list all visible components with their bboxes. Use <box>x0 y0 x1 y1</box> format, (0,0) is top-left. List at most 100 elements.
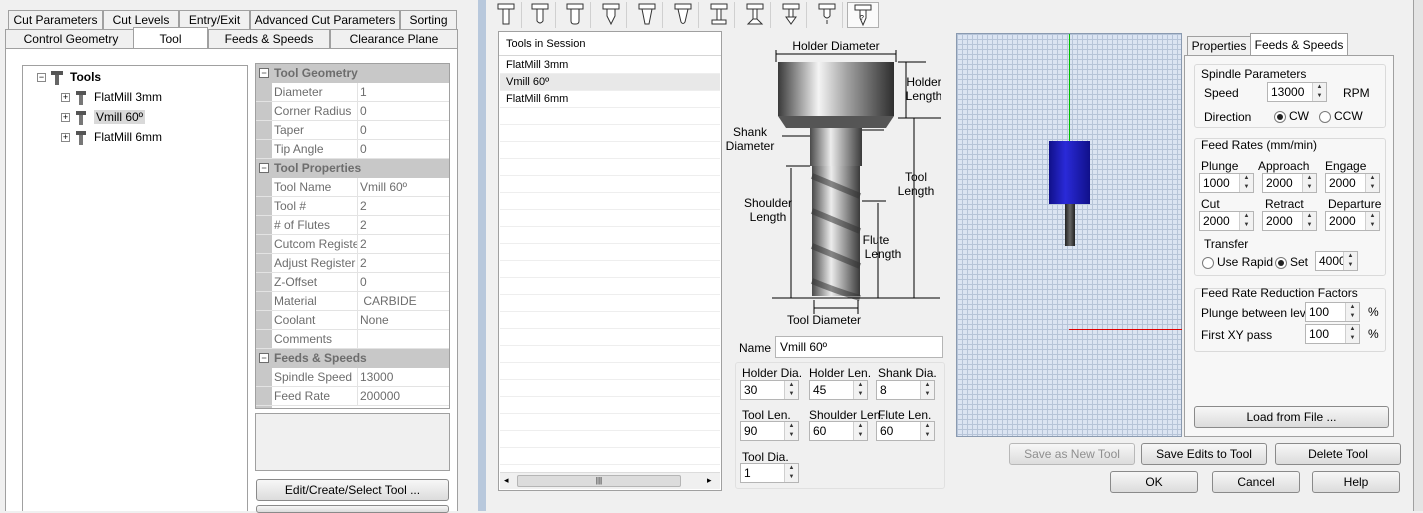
list-item-flatmill-3mm[interactable]: FlatMill 3mm <box>500 57 720 74</box>
tab-advanced-cut-parameters[interactable]: Advanced Cut Parameters <box>250 10 400 29</box>
prop-cutcom-register[interactable]: Cutcom Registe 2 <box>256 235 449 254</box>
spinner-icon[interactable]: ▲ ▼ <box>784 381 798 399</box>
holder-dia-field[interactable]: 30 ▲ ▼ <box>740 380 799 400</box>
radio-icon[interactable] <box>1319 110 1331 123</box>
prop-value[interactable]: 0 <box>358 273 367 292</box>
tree-item-vmill-60[interactable]: + Vmill 60º <box>61 108 146 126</box>
tool-bull-mill-icon[interactable] <box>559 2 591 28</box>
spinner-icon[interactable]: ▲ ▼ <box>853 381 867 399</box>
prop-value[interactable]: Vmill 60º <box>358 178 407 197</box>
scroll-thumb[interactable]: ||| <box>517 475 681 487</box>
tab-feeds-and-speeds[interactable]: Feeds & Speeds <box>1250 33 1348 56</box>
prop-value[interactable]: 2 <box>358 197 367 216</box>
tool-lollipop-icon[interactable] <box>775 2 807 28</box>
prop-material[interactable]: Material CARBIDE <box>256 292 449 311</box>
expand-icon[interactable]: + <box>61 133 70 143</box>
collapse-icon[interactable]: − <box>259 163 269 173</box>
prop-tool-name[interactable]: Tool Name Vmill 60º <box>256 178 449 197</box>
engage-field[interactable]: 2000 ▲ ▼ <box>1325 173 1380 193</box>
list-item-vmill-60[interactable]: Vmill 60º <box>500 74 720 91</box>
spinner-icon[interactable]: ▲ ▼ <box>1343 252 1357 270</box>
scroll-left-icon[interactable]: ◂ <box>504 475 509 486</box>
load-from-file-button[interactable]: Load from File ... <box>1194 406 1389 428</box>
save-as-new-tool-button[interactable]: Save as New Tool <box>1009 443 1135 465</box>
spinner-icon[interactable]: ▲ ▼ <box>784 464 798 482</box>
category-tool-geometry[interactable]: − Tool Geometry <box>256 64 449 83</box>
prop-feed-rate[interactable]: Feed Rate 200000 <box>256 387 449 406</box>
prop-flutes[interactable]: # of Flutes 2 <box>256 216 449 235</box>
tab-tool[interactable]: Tool <box>133 27 208 50</box>
cancel-button[interactable]: Cancel <box>1212 471 1300 493</box>
transfer-set-field[interactable]: 4000 ▲ ▼ <box>1315 251 1358 271</box>
collapse-icon[interactable]: − <box>259 68 269 78</box>
prop-value[interactable]: 13000 <box>358 368 393 387</box>
shoulder-len-field[interactable]: 60 ▲ ▼ <box>809 421 868 441</box>
category-tool-properties[interactable]: − Tool Properties <box>256 159 449 178</box>
ccw-radio[interactable]: CCW <box>1319 109 1363 123</box>
tool-dia-field[interactable]: 1 ▲ ▼ <box>740 463 799 483</box>
prop-tool-number[interactable]: Tool #2 <box>256 197 449 216</box>
prop-coolant[interactable]: Coolant None <box>256 311 449 330</box>
plunge-between-levels-field[interactable]: 100 ▲ ▼ <box>1305 302 1360 322</box>
tool-taper-mill-icon[interactable] <box>631 2 663 28</box>
tool-taper-ball-icon[interactable] <box>667 2 699 28</box>
radio-icon[interactable] <box>1202 256 1214 269</box>
set-radio[interactable]: Set <box>1275 255 1308 269</box>
tool-len-field[interactable]: 90 ▲ ▼ <box>740 421 799 441</box>
prop-comments[interactable]: Comments <box>256 330 449 349</box>
edit-create-select-tool-button[interactable]: Edit/Create/Select Tool ... <box>256 479 449 501</box>
tool-custom-icon[interactable]: ? <box>847 2 879 28</box>
prop-value[interactable]: 200000 <box>358 387 400 406</box>
spinner-icon[interactable]: ▲ ▼ <box>1345 325 1359 343</box>
prop-value[interactable]: 0 <box>358 121 367 140</box>
spinner-icon[interactable]: ▲ ▼ <box>1365 174 1379 192</box>
prop-value[interactable]: 0 <box>358 102 367 121</box>
prop-value[interactable]: CARBIDE <box>358 292 416 311</box>
departure-field[interactable]: 2000 ▲ ▼ <box>1325 211 1380 231</box>
collapse-icon[interactable]: − <box>37 73 46 83</box>
cut-field[interactable]: 2000 ▲ ▼ <box>1199 211 1254 231</box>
holder-len-field[interactable]: 45 ▲ ▼ <box>809 380 868 400</box>
tool-v-mill-icon[interactable] <box>595 2 627 28</box>
prop-tip-angle[interactable]: Tip Angle 0 <box>256 140 449 159</box>
tab-feeds-speeds[interactable]: Feeds & Speeds <box>208 29 330 48</box>
ok-button[interactable]: OK <box>1110 471 1198 493</box>
tab-sorting[interactable]: Sorting <box>400 10 457 29</box>
prop-value[interactable]: 2 <box>358 216 367 235</box>
name-field[interactable]: Vmill 60º <box>775 336 943 358</box>
tree-root[interactable]: − Tools <box>37 68 101 86</box>
prop-diameter[interactable]: Diameter 1 <box>256 83 449 102</box>
spinner-icon[interactable]: ▲ ▼ <box>1239 174 1253 192</box>
prop-adjust-register[interactable]: Adjust Register 2 <box>256 254 449 273</box>
radio-selected-icon[interactable] <box>1275 256 1287 269</box>
spinner-icon[interactable]: ▲ ▼ <box>1302 174 1316 192</box>
tab-control-geometry[interactable]: Control Geometry <box>5 29 137 48</box>
speed-field[interactable]: 13000 ▲ ▼ <box>1267 82 1327 102</box>
spinner-icon[interactable]: ▲ ▼ <box>920 422 934 440</box>
prop-value[interactable]: 0 <box>358 140 367 159</box>
tool-drill-icon[interactable] <box>811 2 843 28</box>
horizontal-scrollbar[interactable]: ◂ ||| ▸ <box>500 472 720 489</box>
spinner-icon[interactable]: ▲ ▼ <box>1302 212 1316 230</box>
tool-slot-mill-icon[interactable] <box>703 2 735 28</box>
approach-field[interactable]: 2000 ▲ ▼ <box>1262 173 1317 193</box>
prop-spindle-speed[interactable]: Spindle Speed 13000 <box>256 368 449 387</box>
delete-tool-button[interactable]: Delete Tool <box>1275 443 1401 465</box>
plunge-field[interactable]: 1000 ▲ ▼ <box>1199 173 1254 193</box>
first-xy-pass-field[interactable]: 100 ▲ ▼ <box>1305 324 1360 344</box>
prop-value[interactable]: None <box>358 311 389 330</box>
tab-cut-parameters[interactable]: Cut Parameters <box>8 10 103 29</box>
spinner-icon[interactable]: ▲ ▼ <box>1365 212 1379 230</box>
list-item-flatmill-6mm[interactable]: FlatMill 6mm <box>500 91 720 108</box>
radio-selected-icon[interactable] <box>1274 110 1286 123</box>
flute-len-field[interactable]: 60 ▲ ▼ <box>876 421 935 441</box>
retract-field[interactable]: 2000 ▲ ▼ <box>1262 211 1317 231</box>
tool-flat-mill-icon[interactable] <box>490 2 522 28</box>
spinner-icon[interactable]: ▲ ▼ <box>1345 303 1359 321</box>
help-button[interactable]: Help <box>1312 471 1400 493</box>
expand-icon[interactable]: + <box>61 113 70 123</box>
spinner-icon[interactable]: ▲ ▼ <box>784 422 798 440</box>
prop-z-offset[interactable]: Z-Offset 0 <box>256 273 449 292</box>
prop-value[interactable]: 1 <box>358 83 367 102</box>
spinner-icon[interactable]: ▲ ▼ <box>1239 212 1253 230</box>
